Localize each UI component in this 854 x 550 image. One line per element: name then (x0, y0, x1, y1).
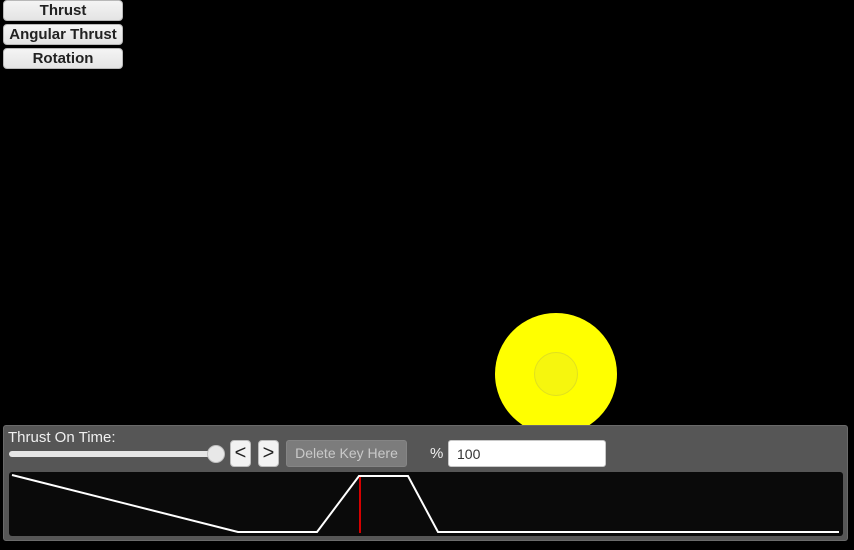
next-key-button[interactable]: > (258, 440, 279, 467)
time-slider-track[interactable] (9, 451, 217, 457)
previous-key-button[interactable]: < (230, 440, 251, 467)
thrust-on-time-label: Thrust On Time: (8, 429, 116, 446)
thrust-timeline-panel: Thrust On Time: < > Delete Key Here % (3, 425, 848, 541)
thrust-curve-svg (11, 474, 839, 533)
delete-key-button[interactable]: Delete Key Here (286, 440, 407, 467)
percent-label: % (430, 445, 444, 462)
time-slider-thumb[interactable] (207, 445, 225, 463)
ship-core (534, 352, 578, 396)
simulation-view: Thrust Angular Thrust Rotation Thrust On… (0, 0, 854, 550)
percent-input[interactable] (448, 440, 606, 467)
thrust-curve-line (11, 474, 839, 533)
thrust-curve-graph[interactable] (9, 472, 843, 536)
angular-thrust-button[interactable]: Angular Thrust (3, 24, 123, 45)
rotation-button[interactable]: Rotation (3, 48, 123, 69)
thrust-button[interactable]: Thrust (3, 0, 123, 21)
